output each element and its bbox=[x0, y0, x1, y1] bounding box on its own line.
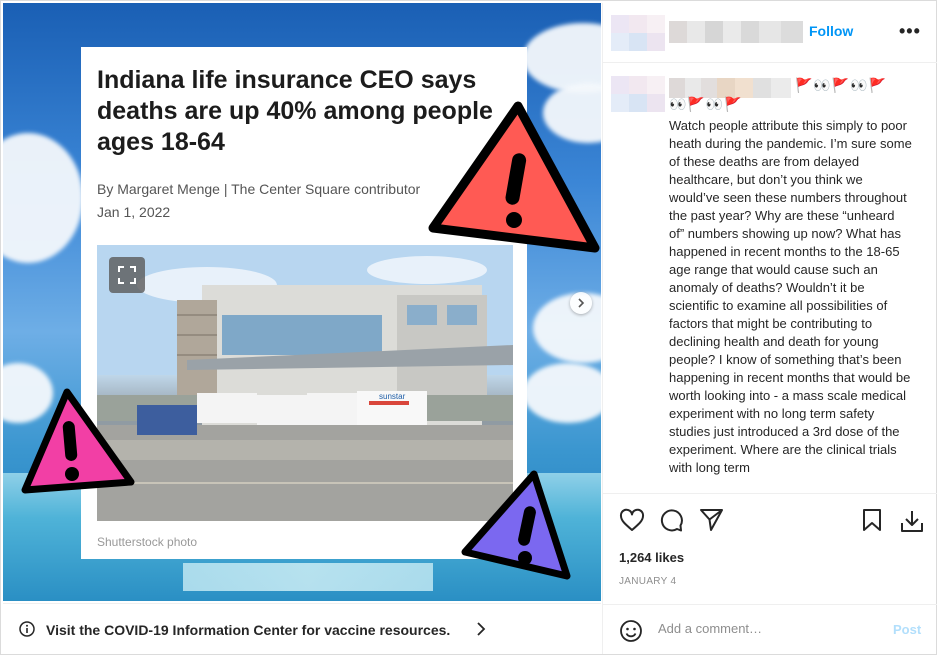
caption-emoji-line: 👀🚩👀🚩 bbox=[669, 96, 743, 112]
more-options-button[interactable]: ••• bbox=[899, 21, 921, 42]
caption-text: Watch people attribute this simply to po… bbox=[669, 118, 912, 475]
comment-input[interactable] bbox=[658, 621, 878, 636]
post-header: Follow ••• bbox=[603, 3, 937, 63]
info-icon bbox=[19, 621, 35, 637]
username[interactable] bbox=[669, 21, 803, 43]
heart-icon[interactable] bbox=[619, 508, 645, 532]
post-modal: Indiana life insurance CEO says deaths a… bbox=[0, 0, 937, 655]
caption-username[interactable] bbox=[669, 78, 791, 98]
blurred-watermark bbox=[183, 563, 433, 591]
next-image-button[interactable] bbox=[570, 292, 592, 314]
post-actions: 1,264 likes JANUARY 4 Post bbox=[603, 493, 937, 653]
avatar[interactable] bbox=[611, 76, 665, 112]
hospital-illustration: sunstar bbox=[97, 245, 513, 521]
ambulance-brand-label: sunstar bbox=[379, 392, 406, 401]
post-comment-button[interactable]: Post bbox=[893, 622, 921, 637]
chevron-right-icon bbox=[578, 298, 585, 308]
likes-count[interactable]: 1,264 likes bbox=[619, 550, 684, 565]
post-details-panel: Follow ••• 🚩👀🚩👀🚩 👀🚩👀🚩 Watch people attri… bbox=[602, 3, 937, 654]
download-icon[interactable] bbox=[899, 508, 925, 534]
post-image[interactable]: Indiana life insurance CEO says deaths a… bbox=[3, 3, 601, 601]
cloud bbox=[3, 133, 83, 263]
warning-icon bbox=[461, 470, 571, 580]
follow-button[interactable]: Follow bbox=[809, 23, 853, 39]
photo-credit: Shutterstock photo bbox=[97, 535, 198, 549]
warning-icon bbox=[21, 388, 135, 494]
article-photo: sunstar bbox=[97, 245, 513, 521]
cloud bbox=[523, 363, 601, 423]
article-byline: By Margaret Menge | The Center Square co… bbox=[97, 181, 421, 197]
add-comment-bar: Post bbox=[603, 604, 937, 654]
chevron-right-icon[interactable] bbox=[475, 620, 487, 638]
comment-icon[interactable] bbox=[659, 508, 685, 532]
caption-emoji-line: 🚩👀🚩👀🚩 bbox=[795, 77, 888, 93]
covid-info-link[interactable]: Visit the COVID-19 Information Center fo… bbox=[46, 622, 450, 638]
avatar[interactable] bbox=[611, 15, 665, 51]
expand-icon bbox=[118, 266, 136, 284]
post-date[interactable]: JANUARY 4 bbox=[619, 576, 676, 587]
expand-button[interactable] bbox=[109, 257, 145, 293]
warning-icon bbox=[428, 101, 600, 253]
emoji-icon[interactable] bbox=[619, 619, 643, 643]
save-icon[interactable] bbox=[861, 508, 883, 532]
article-date: Jan 1, 2022 bbox=[97, 204, 171, 220]
caption-area: 🚩👀🚩👀🚩 👀🚩👀🚩 Watch people attribute this s… bbox=[603, 64, 937, 491]
covid-info-bar[interactable]: Visit the COVID-19 Information Center fo… bbox=[3, 603, 601, 654]
share-icon[interactable] bbox=[699, 508, 725, 532]
